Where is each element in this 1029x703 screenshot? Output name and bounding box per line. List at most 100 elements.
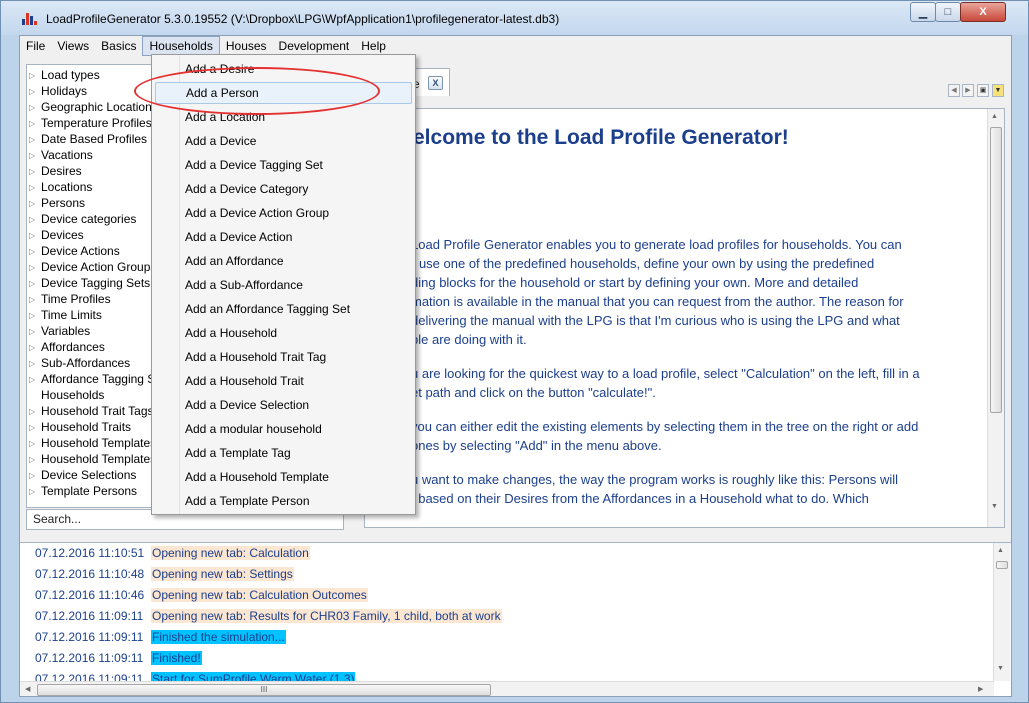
expand-arrow-icon[interactable]: ▷	[29, 212, 41, 228]
tree-item[interactable]: ▷ Persons	[29, 195, 85, 211]
menu-item-add-a-device-selection[interactable]: Add a Device Selection	[155, 394, 412, 416]
tree-item[interactable]: ▷ Desires	[29, 163, 82, 179]
menu-households[interactable]: Households	[142, 36, 220, 56]
tab-scroll-right-icon[interactable]: ▶	[962, 84, 974, 97]
expand-arrow-icon[interactable]: ▷	[29, 148, 41, 164]
tree-item[interactable]: ▷ Vacations	[29, 147, 93, 163]
tree-item[interactable]: ▷ Time Limits	[29, 307, 102, 323]
tree-item[interactable]: ▷ Devices	[29, 227, 84, 243]
expand-arrow-icon[interactable]: ▷	[29, 84, 41, 100]
tree-item[interactable]: ▷ Affordance Tagging Sets	[29, 371, 171, 387]
expand-arrow-icon[interactable]: ▷	[29, 68, 41, 84]
menu-item-add-a-modular-household[interactable]: Add a modular household	[155, 418, 412, 440]
menu-file[interactable]: File	[20, 36, 51, 56]
maximize-button[interactable]: □	[935, 2, 961, 22]
menu-item-add-a-template-tag[interactable]: Add a Template Tag	[155, 442, 412, 464]
tree-item[interactable]: ▷ Geographic Locations	[29, 99, 158, 115]
expand-arrow-icon[interactable]: ▷	[29, 340, 41, 356]
menu-item-add-a-household-trait-tag[interactable]: Add a Household Trait Tag	[155, 346, 412, 368]
menu-item-add-a-device-action-group[interactable]: Add a Device Action Group	[155, 202, 412, 224]
tree-item[interactable]: ▷ Device categories	[29, 211, 136, 227]
tree-item[interactable]: ▷ Time Profiles	[29, 291, 111, 307]
expand-arrow-icon[interactable]: ▷	[29, 484, 41, 500]
menu-item-add-a-device-action[interactable]: Add a Device Action	[155, 226, 412, 248]
expand-arrow-icon[interactable]: ▷	[29, 292, 41, 308]
menu-item-add-a-household-trait[interactable]: Add a Household Trait	[155, 370, 412, 392]
content-scroll-thumb[interactable]	[990, 127, 1002, 413]
tree-item[interactable]: ▷ Temperature Profiles	[29, 115, 152, 131]
log-scrollbar[interactable]: ▲ ▼	[993, 543, 1010, 681]
menu-item-add-a-template-person[interactable]: Add a Template Person	[155, 490, 412, 512]
expand-arrow-icon[interactable]: ▷	[29, 324, 41, 340]
tree-item[interactable]: ▷ Device Actions	[29, 243, 120, 259]
scroll-left-icon[interactable]: ◀	[25, 685, 30, 693]
menu-item-add-an-affordance-tagging-set[interactable]: Add an Affordance Tagging Set	[155, 298, 412, 320]
tree-item[interactable]: ▷ Date Based Profiles	[29, 131, 147, 147]
expand-arrow-icon[interactable]: ▷	[29, 116, 41, 132]
expand-arrow-icon[interactable]: ▷	[29, 372, 41, 388]
expand-arrow-icon[interactable]: ▷	[29, 404, 41, 420]
tab-scroll-left-icon[interactable]: ◀	[948, 84, 960, 97]
tree-item[interactable]: ▷ Device Selections	[29, 467, 136, 483]
menu-item-add-a-household-template[interactable]: Add a Household Template	[155, 466, 412, 488]
log-timestamp: 07.12.2016 11:09:11	[35, 630, 144, 644]
scroll-up-icon[interactable]: ▲	[991, 113, 998, 120]
expand-arrow-icon[interactable]: ▷	[29, 100, 41, 116]
horizontal-scrollbar[interactable]: ◀ III ▶	[20, 681, 994, 696]
tree-item-label: Time Limits	[41, 308, 102, 322]
tree-item[interactable]: ▷ Locations	[29, 179, 92, 195]
log-scroll-thumb[interactable]	[996, 561, 1008, 569]
scroll-down-icon[interactable]: ▼	[997, 665, 1004, 672]
expand-arrow-icon[interactable]: ▷	[29, 276, 41, 292]
menu-basics[interactable]: Basics	[95, 36, 142, 56]
menu-item-add-a-device-tagging-set[interactable]: Add a Device Tagging Set	[155, 154, 412, 176]
menu-views[interactable]: Views	[51, 36, 95, 56]
tree-item[interactable]: ▷ Load types	[29, 67, 100, 83]
tree-item[interactable]: ▷ Holidays	[29, 83, 87, 99]
expand-arrow-icon[interactable]: ▷	[29, 260, 41, 276]
tree-item[interactable]: ▷ Household Traits	[29, 419, 131, 435]
tree-item[interactable]: ▷ Template Persons	[29, 483, 137, 499]
menu-houses[interactable]: Houses	[220, 36, 273, 56]
tree-item[interactable]: ▷ Household Templates	[29, 435, 156, 451]
menu-item-add-a-device[interactable]: Add a Device	[155, 130, 412, 152]
title-bar[interactable]: LoadProfileGenerator 5.3.0.19552 (V:\Dro…	[1, 1, 1028, 35]
horizontal-scroll-thumb[interactable]: III	[37, 684, 491, 696]
tree-item[interactable]: ▷ Affordances	[29, 339, 105, 355]
menu-item-add-a-household[interactable]: Add a Household	[155, 322, 412, 344]
tab-close-button[interactable]: X	[428, 76, 443, 90]
tab-dropdown-icon[interactable]: ▼	[992, 84, 1004, 97]
expand-arrow-icon[interactable]: ▷	[29, 468, 41, 484]
expand-arrow-icon[interactable]: ▷	[29, 356, 41, 372]
tree-item[interactable]: ▷ Household Templates	[29, 451, 156, 467]
tab-list-icon[interactable]: ▣	[977, 84, 989, 97]
expand-arrow-icon[interactable]: ▷	[29, 132, 41, 148]
expand-arrow-icon[interactable]: ▷	[29, 180, 41, 196]
expand-arrow-icon[interactable]: ▷	[29, 308, 41, 324]
tree-item[interactable]: ▷ Variables	[29, 323, 90, 339]
expand-arrow-icon[interactable]: ▷	[29, 244, 41, 260]
tree-item[interactable]: ▷ Device Action Groups	[29, 259, 156, 275]
menu-item-add-an-affordance[interactable]: Add an Affordance	[155, 250, 412, 272]
tree-item[interactable]: ▷ Sub-Affordances	[29, 355, 130, 371]
expand-arrow-icon[interactable]: ▷	[29, 436, 41, 452]
tree-item[interactable]: Households	[29, 387, 104, 403]
scroll-right-icon[interactable]: ▶	[978, 685, 983, 693]
scroll-up-icon[interactable]: ▲	[997, 547, 1004, 554]
expand-arrow-icon[interactable]: ▷	[29, 452, 41, 468]
menu-item-add-a-device-category[interactable]: Add a Device Category	[155, 178, 412, 200]
expand-arrow-icon[interactable]: ▷	[29, 164, 41, 180]
expand-arrow-icon[interactable]: ▷	[29, 420, 41, 436]
expand-arrow-icon[interactable]: ▷	[29, 228, 41, 244]
menu-item-add-a-sub-affordance[interactable]: Add a Sub-Affordance	[155, 274, 412, 296]
menu-development[interactable]: Development	[273, 36, 356, 56]
tree-item-label: Household Templates	[41, 452, 157, 466]
minimize-button[interactable]: ▁	[910, 2, 936, 22]
close-button[interactable]: X	[960, 2, 1006, 22]
menu-help[interactable]: Help	[355, 36, 392, 56]
expand-arrow-icon[interactable]: ▷	[29, 196, 41, 212]
scroll-down-icon[interactable]: ▼	[991, 503, 998, 510]
content-scrollbar[interactable]: ▲ ▼	[987, 109, 1004, 527]
tree-item[interactable]: ▷ Household Trait Tags	[29, 403, 154, 419]
tree-item[interactable]: ▷ Device Tagging Sets	[29, 275, 150, 291]
